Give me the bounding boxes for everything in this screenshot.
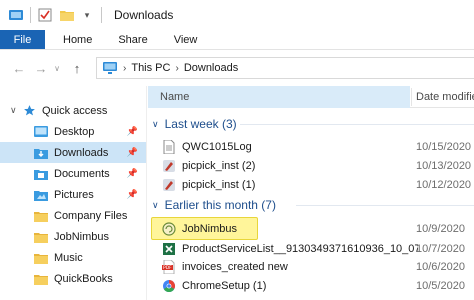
chevron-down-icon[interactable]: ∨ xyxy=(152,200,159,211)
this-pc-icon xyxy=(103,62,117,74)
sidebar-item-music[interactable]: Music xyxy=(0,247,146,268)
window-title: Downloads xyxy=(114,8,174,22)
address-bar[interactable]: › This PC › Downloads xyxy=(96,57,474,79)
file-row[interactable]: picpick_inst (1) 10/12/2020 xyxy=(148,175,474,194)
file-date: 10/15/2020 xyxy=(416,140,472,153)
folder-icon xyxy=(34,210,48,222)
file-date: 10/13/2020 xyxy=(416,159,472,172)
file-row[interactable]: picpick_inst (2) 10/13/2020 xyxy=(148,156,474,175)
group-header-last-week[interactable]: ∨ Last week (3) xyxy=(148,114,237,134)
column-name[interactable]: Name xyxy=(160,91,189,103)
documents-folder-icon xyxy=(34,168,48,180)
star-icon xyxy=(22,105,36,117)
tab-home[interactable]: Home xyxy=(51,30,104,49)
new-folder-icon[interactable] xyxy=(59,7,75,23)
title-divider xyxy=(101,7,102,23)
sidebar-item-desktop[interactable]: Desktop 📌 xyxy=(0,121,146,142)
text-file-icon xyxy=(162,139,176,154)
sidebar-item-label: QuickBooks xyxy=(54,272,113,285)
pin-icon[interactable]: 📌 xyxy=(127,168,138,179)
breadcrumb-this-pc[interactable]: This PC xyxy=(131,62,170,74)
breadcrumb-chevron-icon[interactable]: › xyxy=(175,63,178,74)
file-name: ProductServiceList__9130349371610936_10_… xyxy=(182,242,418,255)
sidebar-item-label: Company Files xyxy=(54,209,128,222)
setup-app-icon xyxy=(162,279,176,293)
file-row[interactable]: JobNimbus 10/9/2020 xyxy=(148,219,474,238)
sidebar-item-label: JobNimbus xyxy=(54,230,110,243)
group-divider xyxy=(296,205,474,206)
sidebar-item-label: Desktop xyxy=(54,125,95,138)
sidebar-item-quickbooks[interactable]: QuickBooks xyxy=(0,268,146,289)
file-date: 10/9/2020 xyxy=(416,222,465,235)
group-header-earlier-this-month[interactable]: ∨ Earlier this month (7) xyxy=(148,195,276,215)
sidebar-item-downloads[interactable]: Downloads 📌 xyxy=(0,142,146,163)
file-name: QWC1015Log xyxy=(182,140,252,153)
column-date-modified[interactable]: Date modifie xyxy=(416,91,474,103)
pictures-folder-icon xyxy=(34,189,48,201)
file-name: invoices_created new xyxy=(182,260,288,273)
desktop-folder-icon xyxy=(34,126,48,138)
folder-icon xyxy=(34,273,48,285)
group-divider xyxy=(240,124,474,125)
column-divider[interactable] xyxy=(411,88,412,106)
picpick-app-icon xyxy=(162,159,176,173)
forward-arrow-icon[interactable]: → xyxy=(32,59,50,77)
navigation-pane: ∨ Quick access Desktop 📌 Downloads 📌 Doc… xyxy=(0,86,147,300)
tab-view[interactable]: View xyxy=(162,30,210,49)
breadcrumb-chevron-icon[interactable]: › xyxy=(123,63,126,74)
tab-share[interactable]: Share xyxy=(106,30,159,49)
file-row[interactable]: QWC1015Log 10/15/2020 xyxy=(148,137,474,156)
sidebar-item-label: Downloads xyxy=(54,146,109,159)
qwc-file-icon xyxy=(162,221,176,236)
file-row[interactable]: ProductServiceList__9130349371610936_10_… xyxy=(148,239,474,258)
toolbar-divider xyxy=(30,7,31,23)
music-folder-icon xyxy=(34,252,48,264)
back-arrow-icon[interactable]: ← xyxy=(10,59,28,77)
pdf-file-icon: PDF xyxy=(162,259,176,274)
sidebar-quick-access[interactable]: ∨ Quick access xyxy=(0,100,146,121)
up-arrow-icon[interactable]: ↑ xyxy=(68,59,86,77)
pin-icon[interactable]: 📌 xyxy=(127,126,138,137)
sidebar-item-label: Music xyxy=(54,251,83,264)
chevron-down-icon[interactable]: ∨ xyxy=(152,119,159,130)
recent-locations-icon[interactable]: ∨ xyxy=(52,59,62,77)
breadcrumb-downloads[interactable]: Downloads xyxy=(184,62,238,74)
file-date: 10/6/2020 xyxy=(416,260,465,273)
file-date: 10/5/2020 xyxy=(416,279,465,292)
column-header: Name Date modifie xyxy=(148,86,474,108)
chevron-down-icon[interactable]: ∨ xyxy=(10,105,20,116)
file-name: picpick_inst (2) xyxy=(182,159,256,172)
file-name: JobNimbus xyxy=(182,222,238,235)
picpick-app-icon xyxy=(162,178,176,192)
navigation-bar: ← → ∨ ↑ › This PC › Downloads xyxy=(0,50,474,86)
file-row[interactable]: ChromeSetup (1) 10/5/2020 xyxy=(148,276,474,295)
file-name: ChromeSetup (1) xyxy=(182,279,267,292)
sidebar-item-jobnimbus[interactable]: JobNimbus xyxy=(0,226,146,247)
file-row[interactable]: PDF invoices_created new 10/6/2020 xyxy=(148,257,474,276)
sidebar-item-company-files[interactable]: Company Files xyxy=(0,205,146,226)
tab-file[interactable]: File xyxy=(0,30,45,49)
folder-icon xyxy=(34,231,48,243)
excel-file-icon xyxy=(162,242,176,256)
explorer-icon xyxy=(8,7,24,23)
file-date: 10/12/2020 xyxy=(416,178,472,191)
properties-icon[interactable] xyxy=(37,7,53,23)
pin-icon[interactable]: 📌 xyxy=(127,147,138,158)
customize-toolbar-icon[interactable]: ▾ xyxy=(79,7,95,23)
file-date: 10/7/2020 xyxy=(416,242,465,255)
file-name: picpick_inst (1) xyxy=(182,178,256,191)
svg-text:PDF: PDF xyxy=(163,265,172,271)
sidebar-item-label: Documents xyxy=(54,167,110,180)
pin-icon[interactable]: 📌 xyxy=(127,189,138,200)
ribbon-tabs: File Home Share View xyxy=(0,30,474,50)
group-label: Earlier this month (7) xyxy=(164,198,276,212)
downloads-folder-icon xyxy=(34,147,48,159)
sidebar-item-pictures[interactable]: Pictures 📌 xyxy=(0,184,146,205)
title-bar: ▾ Downloads xyxy=(0,0,474,30)
group-label: Last week (3) xyxy=(164,117,237,131)
sidebar-item-label: Quick access xyxy=(42,104,108,117)
sidebar-item-label: Pictures xyxy=(54,188,94,201)
sidebar-item-documents[interactable]: Documents 📌 xyxy=(0,163,146,184)
